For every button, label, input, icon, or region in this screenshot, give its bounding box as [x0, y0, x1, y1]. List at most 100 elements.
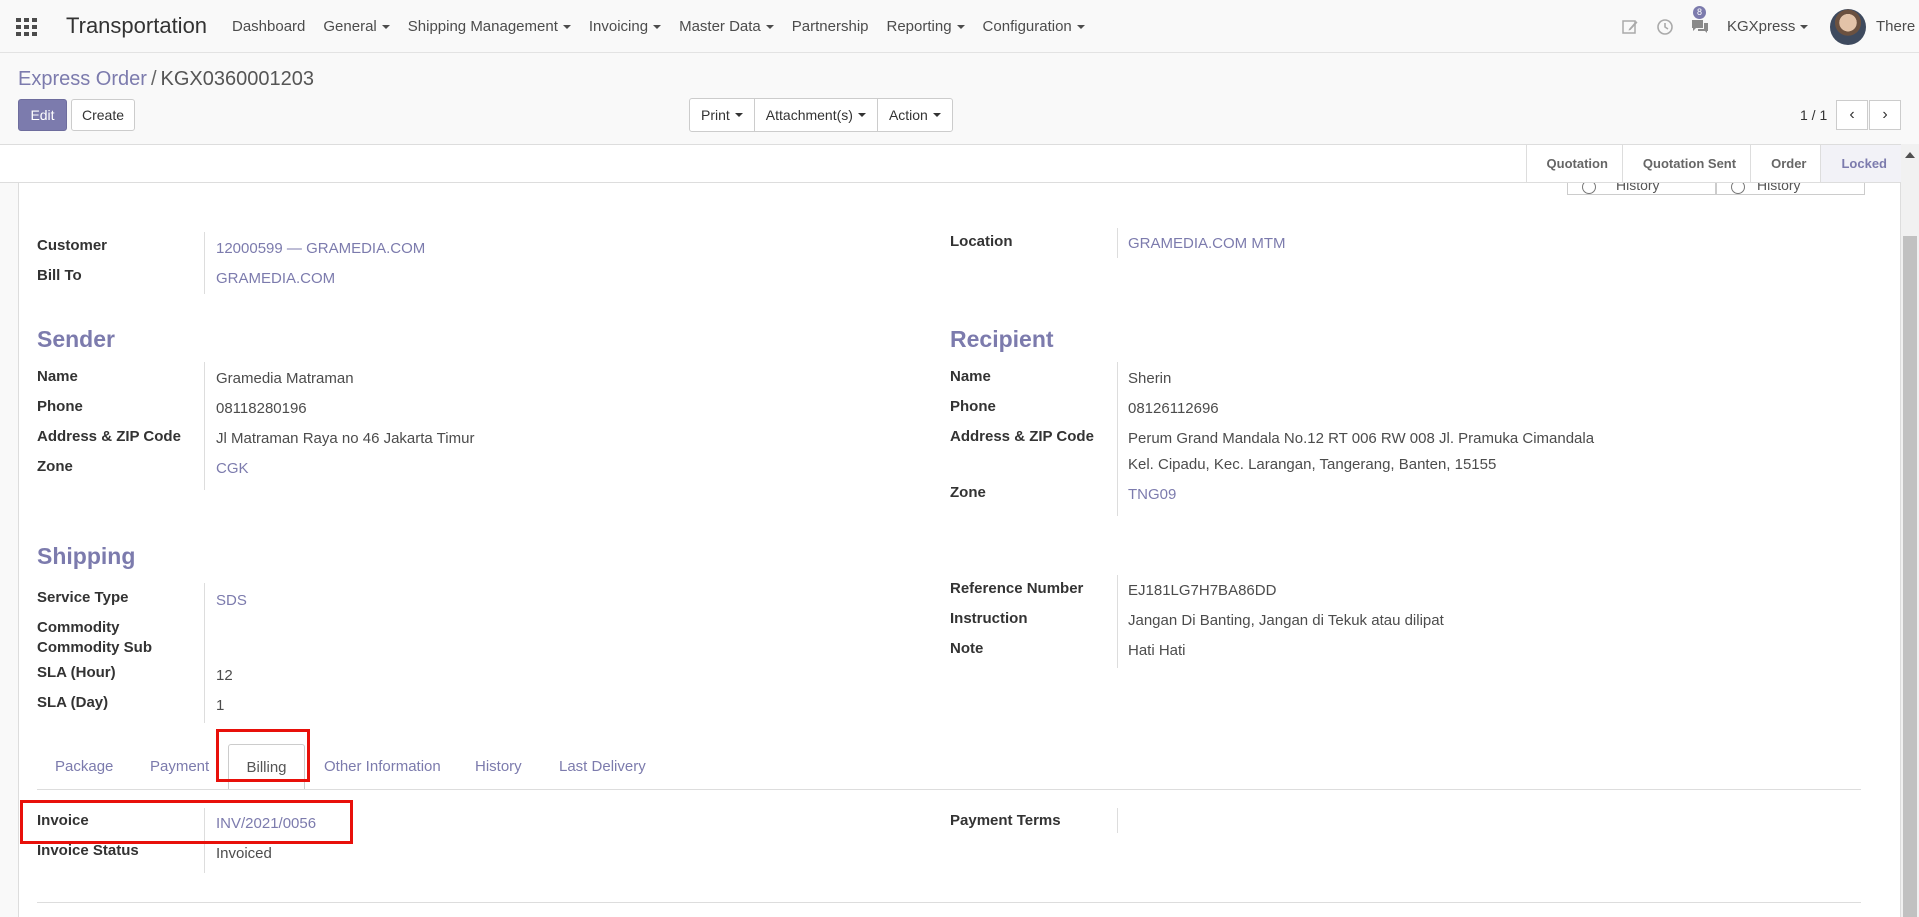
caret-down-icon [562, 25, 571, 30]
field-divider [204, 583, 205, 723]
activity-clock-icon[interactable] [1656, 18, 1674, 36]
field-divider [204, 362, 205, 490]
sla-hour-label: SLA (Hour) [37, 664, 116, 681]
caret-down-icon [857, 113, 866, 117]
menu-label: Invoicing [588, 18, 649, 35]
stage-locked[interactable]: Locked [1820, 145, 1901, 182]
sla-hour-value: 12 [216, 667, 233, 684]
tab-package[interactable]: Package [55, 758, 113, 775]
menu-general[interactable]: General [323, 18, 390, 35]
sender-name-value: Gramedia Matraman [216, 370, 354, 387]
pager-previous-button[interactable]: ‹ [1836, 100, 1868, 130]
recipient-address-line1: Perum Grand Mandala No.12 RT 006 RW 008 … [1128, 430, 1595, 447]
edit-note-icon[interactable] [1621, 18, 1639, 36]
app-brand: Transportation [66, 13, 208, 38]
history-smart-button-2[interactable]: History [1716, 183, 1865, 195]
payment-terms-label: Payment Terms [950, 812, 1061, 829]
user-name[interactable]: There [1876, 18, 1915, 35]
company-switcher[interactable]: KGXpress [1727, 18, 1809, 35]
field-divider [204, 232, 205, 294]
menu-master-data[interactable]: Master Data [679, 18, 774, 35]
recipient-section-title: Recipient [950, 326, 1054, 352]
caret-down-icon [381, 25, 390, 30]
smart-button-label: History [1616, 183, 1660, 193]
menu-reporting[interactable]: Reporting [887, 18, 965, 35]
menu-partnership[interactable]: Partnership [792, 18, 869, 35]
recipient-phone-value: 08126112696 [1128, 400, 1219, 417]
smart-button-label: History [1757, 183, 1801, 193]
scroll-thumb[interactable] [1903, 236, 1917, 917]
menu-label: Configuration [982, 18, 1072, 35]
invoice-status-label: Invoice Status [37, 842, 139, 859]
menu-label: Partnership [791, 18, 869, 35]
tab-payment[interactable]: Payment [150, 758, 209, 775]
bill-to-link[interactable]: GRAMEDIA.COM [216, 270, 335, 287]
sender-section-title: Sender [37, 326, 115, 352]
invoice-field-highlight [20, 800, 353, 844]
caret-down-icon [734, 113, 743, 117]
bill-to-label: Bill To [37, 267, 82, 284]
tab-history[interactable]: History [475, 758, 522, 775]
recipient-name-label: Name [950, 368, 991, 385]
caret-down-icon [653, 25, 662, 30]
caret-down-icon [765, 25, 774, 30]
field-divider [1117, 228, 1118, 258]
apps-menu-icon[interactable] [16, 18, 37, 36]
toolbar-button-group: Print Attachment(s) Action [689, 98, 953, 132]
status-bar: Quotation Quotation Sent Order Locked [0, 144, 1901, 183]
sla-day-value: 1 [216, 697, 225, 714]
instruction-label: Instruction [950, 610, 1028, 627]
history-smart-button[interactable]: History [1567, 183, 1716, 195]
messages-chat-icon[interactable] [1690, 17, 1710, 36]
customer-link[interactable]: 12000599 — GRAMEDIA.COM [216, 240, 425, 257]
location-link[interactable]: GRAMEDIA.COM MTM [1128, 235, 1286, 252]
edit-button[interactable]: Edit [18, 99, 67, 131]
recipient-address-label: Address & ZIP Code [950, 428, 1094, 445]
note-label: Note [950, 640, 984, 657]
pager-value: 1 / 1 [1800, 107, 1828, 123]
page-scrollbar[interactable] [1901, 144, 1919, 917]
stage-quotation[interactable]: Quotation [1525, 145, 1622, 182]
sender-address-value: Jl Matraman Raya no 46 Jakarta Timur [216, 430, 475, 447]
stage-quotation-sent[interactable]: Quotation Sent [1621, 145, 1750, 182]
recipient-address-line2: Kel. Cipadu, Kec. Larangan, Tangerang, B… [1128, 456, 1497, 473]
top-navbar: Transportation Dashboard General Shippin… [0, 0, 1919, 53]
instruction-value: Jangan Di Banting, Jangan di Tekuk atau … [1128, 612, 1444, 629]
menu-configuration[interactable]: Configuration [983, 18, 1085, 35]
create-button[interactable]: Create [71, 99, 135, 131]
menu-invoicing[interactable]: Invoicing [588, 18, 662, 35]
attachments-dropdown-button[interactable]: Attachment(s) [755, 99, 878, 131]
sender-zone-link[interactable]: CGK [216, 460, 249, 477]
sender-phone-value: 08118280196 [216, 400, 307, 417]
chevron-right-icon: › [1882, 106, 1888, 123]
breadcrumb-parent-link[interactable]: Express Order [18, 68, 147, 90]
print-label: Print [701, 107, 730, 123]
user-avatar[interactable] [1830, 9, 1866, 45]
tab-last-delivery[interactable]: Last Delivery [559, 758, 646, 775]
action-dropdown-button[interactable]: Action [878, 99, 952, 131]
menu-label: Dashboard [232, 18, 306, 35]
recipient-zone-link[interactable]: TNG09 [1128, 486, 1176, 503]
section-divider [37, 902, 1861, 903]
caret-down-icon [956, 25, 965, 30]
menu-dashboard[interactable]: Dashboard [232, 18, 305, 35]
caret-down-icon [932, 113, 941, 117]
field-divider [1117, 575, 1118, 668]
main-menu: Dashboard General Shipping Management In… [232, 18, 1103, 35]
print-dropdown-button[interactable]: Print [690, 99, 755, 131]
tab-other-information[interactable]: Other Information [324, 758, 441, 775]
recipient-name-value: Sherin [1128, 370, 1172, 387]
sender-zone-label: Zone [37, 458, 73, 475]
menu-label: Master Data [679, 18, 761, 35]
recipient-zone-label: Zone [950, 484, 986, 501]
field-divider [1117, 808, 1118, 833]
sender-phone-label: Phone [37, 398, 83, 415]
service-type-link[interactable]: SDS [216, 592, 247, 609]
menu-shipping-management[interactable]: Shipping Management [408, 18, 571, 35]
scroll-up-arrow-icon[interactable] [1905, 152, 1915, 158]
action-label: Action [888, 107, 928, 123]
pager-next-button[interactable]: › [1869, 100, 1901, 130]
note-value: Hati Hati [1128, 642, 1186, 659]
location-label: Location [950, 233, 1013, 250]
stage-order[interactable]: Order [1750, 145, 1820, 182]
